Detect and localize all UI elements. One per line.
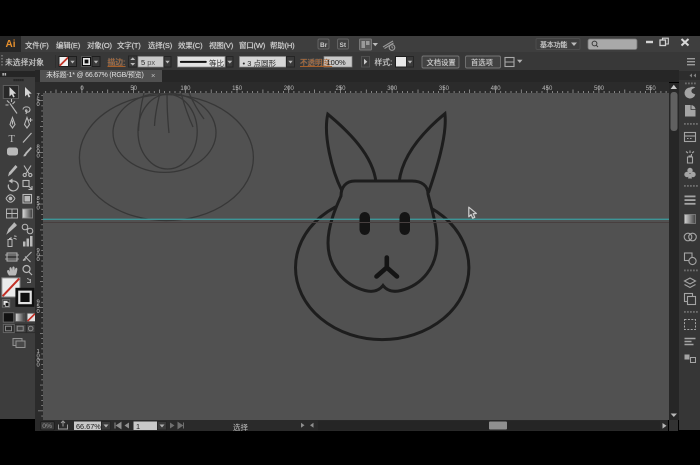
svg-text:900: 900 xyxy=(37,248,40,263)
svg-text:150: 150 xyxy=(232,86,243,92)
svg-text:800: 800 xyxy=(37,145,40,160)
svg-text:0%: 0% xyxy=(42,423,52,430)
svg-text:250: 250 xyxy=(335,86,346,92)
svg-text:50: 50 xyxy=(130,86,137,92)
svg-text:100: 100 xyxy=(180,86,191,92)
svg-text:T: T xyxy=(9,134,16,145)
svg-text:450: 450 xyxy=(542,86,553,92)
svg-text:St: St xyxy=(340,42,347,49)
svg-text:200: 200 xyxy=(284,86,295,92)
svg-text:400: 400 xyxy=(491,86,502,92)
svg-text:950: 950 xyxy=(37,300,40,315)
svg-text:1000: 1000 xyxy=(37,349,40,369)
svg-text:750: 750 xyxy=(37,93,40,108)
svg-text:850: 850 xyxy=(37,196,40,211)
svg-text:500: 500 xyxy=(594,86,605,92)
svg-text:350: 350 xyxy=(439,86,450,92)
svg-text:300: 300 xyxy=(387,86,398,92)
svg-text:Br: Br xyxy=(320,42,328,49)
svg-text:550: 550 xyxy=(646,86,657,92)
